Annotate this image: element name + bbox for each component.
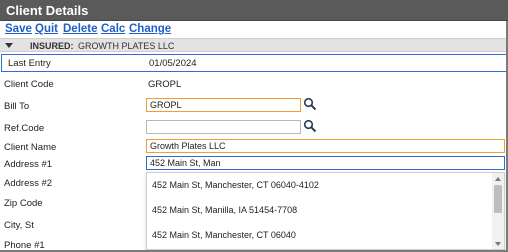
- address2-label: Address #2: [4, 178, 53, 189]
- quit-link[interactable]: Quit: [35, 21, 58, 38]
- calc-link[interactable]: Calc: [101, 21, 125, 38]
- client-code-value: GROPL: [148, 79, 182, 90]
- bill-to-search-icon[interactable]: [303, 97, 317, 111]
- scroll-down-arrow-icon[interactable]: [495, 242, 501, 246]
- save-link[interactable]: Save: [5, 21, 32, 38]
- address1-label: Address #1: [4, 159, 53, 170]
- scroll-up-arrow-icon[interactable]: [495, 177, 501, 181]
- client-name-field[interactable]: Growth Plates LLC: [146, 139, 505, 153]
- ref-code-label: Ref.Code: [4, 123, 45, 134]
- ref-code-field[interactable]: [146, 120, 301, 134]
- change-link[interactable]: Change: [129, 21, 171, 38]
- dropdown-scrollbar[interactable]: [492, 173, 504, 249]
- delete-link[interactable]: Delete: [63, 21, 98, 38]
- zip-code-label: Zip Code: [4, 198, 43, 209]
- insured-bar[interactable]: INSURED: GROWTH PLATES LLC: [0, 38, 508, 52]
- client-name-label: Client Name: [4, 142, 57, 153]
- address1-field[interactable]: 452 Main St, Man: [146, 156, 505, 170]
- bill-to-field[interactable]: GROPL: [146, 98, 301, 112]
- city-st-label: City, St: [4, 220, 34, 231]
- bill-to-label: Bill To: [4, 101, 30, 112]
- collapse-triangle-icon[interactable]: [5, 43, 13, 48]
- insured-label: INSURED:: [30, 41, 74, 51]
- client-code-label: Client Code: [4, 79, 54, 90]
- suggestion-item[interactable]: 452 Main St, Manchester, CT 06040: [152, 230, 296, 240]
- ref-code-search-icon[interactable]: [303, 119, 317, 133]
- window-title: Client Details: [0, 0, 508, 21]
- insured-name: GROWTH PLATES LLC: [78, 41, 175, 51]
- menu-bar: Save Quit Delete Calc Change: [0, 21, 508, 38]
- address-suggestions-dropdown[interactable]: 452 Main St, Manchester, CT 06040-4102 4…: [146, 172, 505, 250]
- suggestion-item[interactable]: 452 Main St, Manilla, IA 51454-7708: [152, 205, 297, 215]
- scroll-thumb[interactable]: [494, 185, 502, 213]
- last-entry-row[interactable]: Last Entry 01/05/2024: [1, 54, 507, 72]
- last-entry-value: 01/05/2024: [149, 58, 197, 69]
- suggestion-item[interactable]: 452 Main St, Manchester, CT 06040-4102: [152, 180, 319, 190]
- last-entry-label: Last Entry: [8, 58, 51, 69]
